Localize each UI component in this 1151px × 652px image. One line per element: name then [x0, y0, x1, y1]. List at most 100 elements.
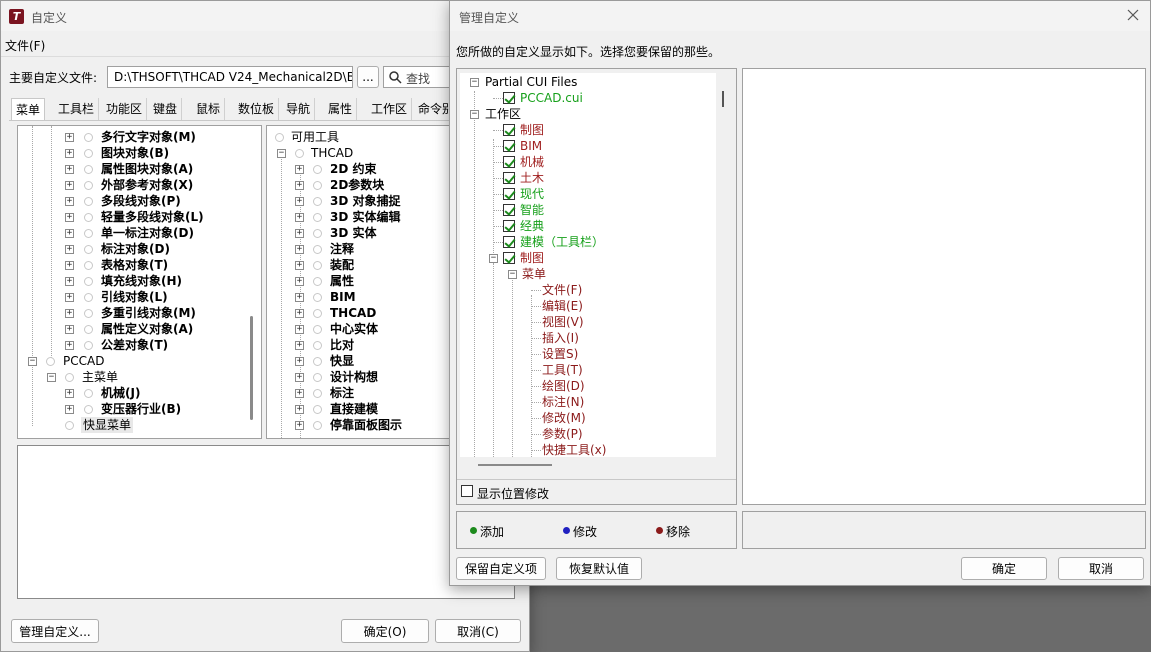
- tree-item[interactable]: 标注对象(D): [101, 241, 170, 257]
- tool-item[interactable]: 快显: [330, 353, 354, 369]
- tree-scrollbar[interactable]: [250, 316, 253, 420]
- tab-menu[interactable]: 菜单: [11, 98, 46, 120]
- ws-item[interactable]: 经典: [520, 218, 544, 234]
- tools-root[interactable]: 可用工具: [291, 129, 339, 145]
- tab-toolbar[interactable]: 工具栏: [54, 98, 100, 120]
- tree-item[interactable]: 属性图块对象(A): [101, 161, 193, 177]
- tool-item[interactable]: 装配: [330, 257, 354, 273]
- tree-item-pccad[interactable]: PCCAD: [63, 353, 104, 369]
- keep-customizations-button[interactable]: 保留自定义项: [456, 557, 546, 580]
- tree-item-mech[interactable]: 机械(J): [101, 385, 140, 401]
- workspace-node[interactable]: 工作区: [485, 106, 521, 122]
- tab-workspace[interactable]: 工作区: [367, 98, 413, 120]
- manage-customizations-button[interactable]: 管理自定义...: [11, 619, 99, 643]
- add-dot-icon: [470, 527, 477, 534]
- tree-item[interactable]: 轻量多段线对象(L): [101, 209, 204, 225]
- tree-item[interactable]: 多行文字对象(M): [101, 129, 196, 145]
- tree-horizontal-scrollbar[interactable]: [478, 464, 552, 466]
- tree-item-transformer[interactable]: 变压器行业(B): [101, 401, 181, 417]
- ws-item[interactable]: BIM: [520, 138, 542, 154]
- menu-item[interactable]: 标注(N): [542, 394, 584, 410]
- tab-ribbon[interactable]: 功能区: [102, 98, 148, 120]
- browse-button[interactable]: ...: [357, 66, 379, 88]
- tree-item-quick-menu[interactable]: 快显菜单: [81, 417, 134, 433]
- tab-keyboard[interactable]: 键盘: [149, 98, 183, 120]
- menu-item[interactable]: 绘图(D): [542, 378, 585, 394]
- menu-item[interactable]: 插入(I): [542, 330, 579, 346]
- tool-item[interactable]: 2D参数块: [330, 177, 384, 193]
- menu-item[interactable]: 快捷工具(x): [542, 442, 606, 457]
- tool-item[interactable]: 3D 实体编辑: [330, 209, 401, 225]
- manage-dialog: 管理自定义 您所做的自定义显示如下。选择您要保留的那些。 − Partial C…: [449, 0, 1151, 586]
- customizations-tree[interactable]: − Partial CUI Files PCCAD.cui − 工作区 制图 B…: [460, 73, 716, 457]
- tree-item-main-menu[interactable]: 主菜单: [82, 369, 118, 385]
- ws-item[interactable]: 机械: [520, 154, 544, 170]
- tool-item[interactable]: 设计构想: [330, 369, 378, 385]
- search-input[interactable]: 查找: [383, 66, 453, 88]
- tree-item[interactable]: 填充线对象(H): [101, 273, 182, 289]
- manage-ok-button[interactable]: 确定: [961, 557, 1047, 580]
- tree-item[interactable]: 单一标注对象(D): [101, 225, 194, 241]
- ws-item[interactable]: 制图: [520, 122, 544, 138]
- tree-item[interactable]: 表格对象(T): [101, 257, 168, 273]
- tree-item[interactable]: 公差对象(T): [101, 337, 168, 353]
- tree-item[interactable]: 属性定义对象(A): [101, 321, 193, 337]
- tool-item[interactable]: 直接建模: [330, 401, 378, 417]
- tool-item[interactable]: 停靠面板图示: [330, 417, 402, 433]
- legend-add: 添加: [480, 525, 505, 539]
- menu-item[interactable]: 参数(P): [542, 426, 583, 442]
- tree-item[interactable]: 多重引线对象(M): [101, 305, 196, 321]
- close-icon[interactable]: [1126, 8, 1140, 22]
- manage-titlebar: 管理自定义: [450, 1, 1150, 31]
- ws-item[interactable]: 智能: [520, 202, 544, 218]
- tab-tablet[interactable]: 数位板: [234, 98, 280, 120]
- tree-vertical-scrollbar[interactable]: [722, 91, 724, 107]
- tool-item[interactable]: 标注: [330, 385, 354, 401]
- modify-dot-icon: [563, 527, 570, 534]
- pccad-cui-item[interactable]: PCCAD.cui: [520, 90, 583, 106]
- tool-item[interactable]: BIM: [330, 289, 356, 305]
- tool-item[interactable]: THCAD: [330, 305, 376, 321]
- tool-item[interactable]: 属性: [330, 273, 354, 289]
- tab-navigation[interactable]: 导航: [282, 98, 316, 120]
- tools-tree-panel[interactable]: 可用工具 − THCAD + 2D 约束 + 2D参数块 + 3D 对象捕捉 +…: [266, 125, 456, 439]
- tool-item[interactable]: 3D 实体: [330, 225, 377, 241]
- menu-item[interactable]: 视图(V): [542, 314, 584, 330]
- ws-item[interactable]: 土木: [520, 170, 544, 186]
- menu-tree-panel[interactable]: + 多行文字对象(M) + 图块对象(B) + 属性图块对象(A) + 外部参考…: [17, 125, 262, 439]
- menu-item[interactable]: 修改(M): [542, 410, 586, 426]
- cancel-button[interactable]: 取消(C): [435, 619, 521, 643]
- menu-item[interactable]: 设置S): [542, 346, 578, 362]
- main-file-input[interactable]: D:\THSOFT\THCAD V24_Mechanical2D\BCA: [107, 66, 353, 88]
- tool-item[interactable]: 3D 对象捕捉: [330, 193, 401, 209]
- tool-item[interactable]: 比对: [330, 337, 354, 353]
- search-icon: [389, 71, 402, 84]
- ws-item[interactable]: 现代: [520, 186, 544, 202]
- show-location-checkbox[interactable]: [461, 485, 473, 497]
- ws-item[interactable]: 制图: [520, 250, 544, 266]
- restore-defaults-button[interactable]: 恢复默认值: [556, 557, 642, 580]
- tab-properties[interactable]: 属性: [324, 98, 358, 120]
- menu-item[interactable]: 编辑(E): [542, 298, 583, 314]
- menu-file[interactable]: 文件(F): [5, 37, 45, 54]
- tree-item[interactable]: 引线对象(L): [101, 289, 168, 305]
- tab-mouse[interactable]: 鼠标: [192, 98, 226, 120]
- manage-title: 管理自定义: [459, 11, 520, 25]
- manage-cancel-button[interactable]: 取消: [1058, 557, 1144, 580]
- tree-item[interactable]: 多段线对象(P): [101, 193, 181, 209]
- ws-item[interactable]: 建模（工具栏）: [520, 234, 604, 250]
- tool-item[interactable]: 中心实体: [330, 321, 378, 337]
- status-panel: [742, 511, 1146, 549]
- ok-button[interactable]: 确定(O): [341, 619, 429, 643]
- menu-item[interactable]: 工具(T): [542, 362, 583, 378]
- tools-thcad[interactable]: THCAD: [311, 145, 353, 161]
- tree-item[interactable]: 外部参考对象(X): [101, 177, 193, 193]
- tool-item[interactable]: 2D 约束: [330, 161, 377, 177]
- menu-node[interactable]: 菜单: [522, 266, 546, 282]
- tree-item[interactable]: 图块对象(B): [101, 145, 169, 161]
- menu-item[interactable]: 文件(F): [542, 282, 582, 298]
- app-logo-icon: T: [9, 9, 24, 24]
- tool-item[interactable]: 注释: [330, 241, 354, 257]
- partial-cui-root[interactable]: Partial CUI Files: [485, 74, 577, 90]
- customize-title: 自定义: [31, 11, 68, 25]
